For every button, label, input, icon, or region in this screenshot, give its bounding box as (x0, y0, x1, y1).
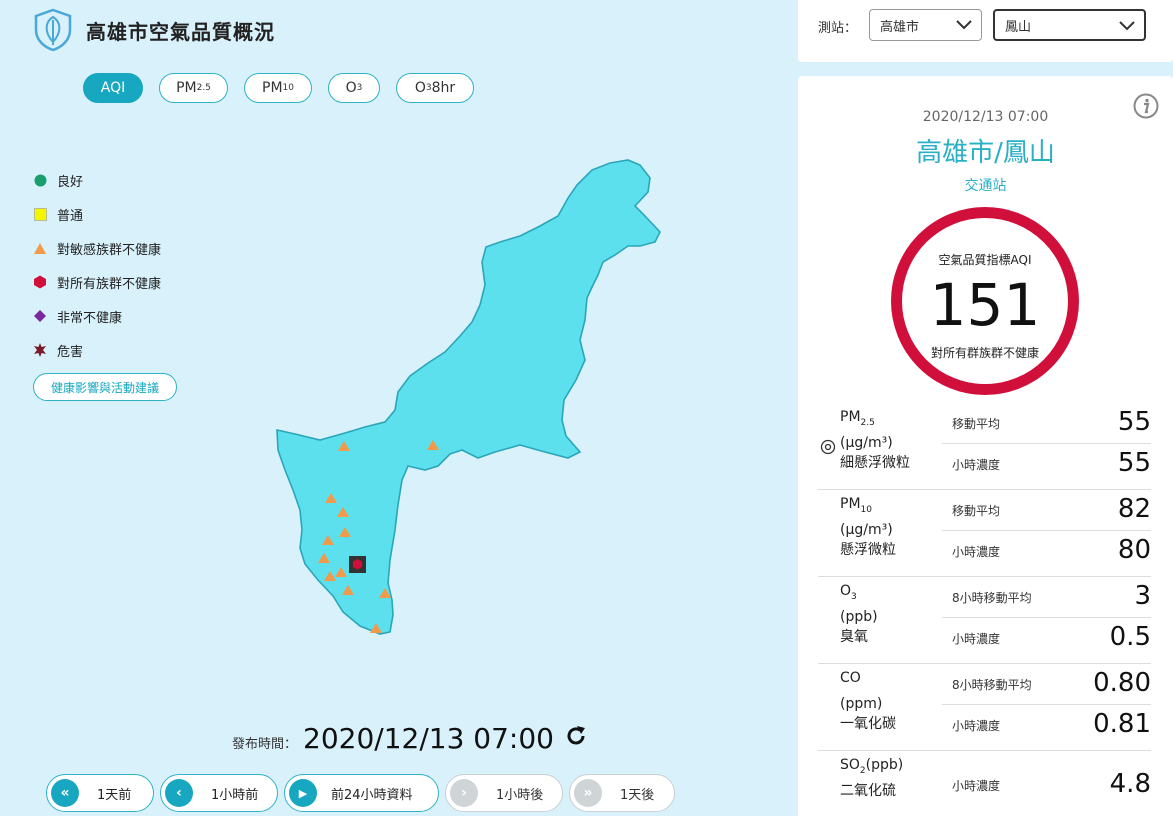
play-icon: ▶ (289, 779, 317, 807)
station-name: 高雄市/鳳山 (916, 138, 1055, 168)
kaohsiung-region (276, 159, 661, 635)
legend: 良好 普通 對敏感族群不健康 對所有族群不健康 非常不健康 危害 健康影響與活動… (33, 163, 177, 401)
time-navigation: « 1天前 ‹ 1小時前 ▶ 前24小時資料 › 1小時後 » 1天後 (46, 774, 675, 812)
chevron-right-icon: › (450, 779, 478, 807)
hexagon-icon (33, 275, 47, 289)
chevron-down-icon (956, 20, 972, 30)
double-chevron-left-icon: « (51, 779, 79, 807)
station-type: 交通站 (964, 178, 1007, 194)
observation-time: 2020/12/13 07:00 (922, 109, 1049, 125)
target-icon[interactable] (820, 439, 836, 455)
tab-aqi[interactable]: AQI (83, 73, 143, 103)
city-select[interactable]: 高雄市 (869, 9, 982, 41)
aqi-label: 空氣品質指標AQI (938, 253, 1032, 267)
aqi-status: 對所有群族群不健康 (930, 346, 1039, 360)
aqi-value: 151 (929, 271, 1041, 339)
tab-o3-8hr[interactable]: O3 8hr (396, 73, 474, 103)
legend-item-moderate: 普通 (33, 197, 177, 231)
legend-item-sensitive: 對敏感族群不健康 (33, 231, 177, 265)
page-title: 高雄市空氣品質概況 (86, 20, 275, 44)
publish-time: 發布時間： 2020/12/13 07:00 (232, 722, 588, 755)
legend-item-unhealthy: 對所有族群不健康 (33, 265, 177, 299)
square-icon (33, 207, 47, 221)
station-info-card: 2020/12/13 07:00 高雄市/鳳山 交通站 空氣品質指標AQI 15… (798, 76, 1173, 816)
station-selector: 測站： 高雄市 鳳山 (798, 0, 1173, 62)
one-day-before-button[interactable]: « 1天前 (46, 774, 154, 812)
station-panel: 測站： 高雄市 鳳山 2020/12/13 07:00 高雄市/鳳山 交通站 空… (772, 0, 1173, 816)
double-chevron-right-icon: » (574, 779, 602, 807)
legend-item-very-unhealthy: 非常不健康 (33, 299, 177, 333)
health-advice-button[interactable]: 健康影響與活動建議 (33, 373, 177, 401)
chevron-left-icon: ‹ (165, 779, 193, 807)
leaf-shield-icon (34, 8, 72, 52)
star-icon (33, 343, 47, 357)
pollutant-so2: SO2(ppb) 二氧化硫 小時濃度 4.8 (840, 757, 1151, 799)
one-day-after-button[interactable]: » 1天後 (569, 774, 675, 812)
legend-item-hazardous: 危害 (33, 333, 177, 367)
tab-pm25[interactable]: PM 2.5 (159, 73, 228, 103)
pollutant-pm25: PM2.5 (μg/m³) 細懸浮微粒 移動平均 55 小時濃度 55 (818, 403, 1151, 490)
pollutant-tabs: AQI PM 2.5 PM 10 O3 O3 8hr (83, 73, 474, 103)
pollutant-co: CO (ppm) 一氧化碳 8小時移動平均 0.80 小時濃度 0.81 (818, 664, 1151, 751)
one-hour-after-button[interactable]: › 1小時後 (445, 774, 563, 812)
triangle-icon (33, 241, 47, 255)
pollutant-o3: O3 (ppb) 臭氧 8小時移動平均 3 小時濃度 0.5 (818, 577, 1151, 664)
tab-pm10[interactable]: PM 10 (244, 73, 312, 103)
map-panel: 高雄市空氣品質概況 AQI PM 2.5 PM 10 O3 O3 8hr 良好 普通… (0, 0, 772, 816)
tab-o3[interactable]: O3 (328, 73, 380, 103)
diamond-icon (33, 309, 47, 323)
legend-item-good: 良好 (33, 163, 177, 197)
one-hour-before-button[interactable]: ‹ 1小時前 (160, 774, 278, 812)
kaohsiung-map (276, 159, 661, 635)
past-24h-data-button[interactable]: ▶ 前24小時資料 (284, 774, 439, 812)
refresh-icon[interactable] (564, 724, 588, 748)
pollutant-pm10: PM10 (μg/m³) 懸浮微粒 移動平均 82 小時濃度 80 (818, 490, 1151, 577)
pollutant-list: PM2.5 (μg/m³) 細懸浮微粒 移動平均 55 小時濃度 55 PM10 (μg/… (818, 403, 1151, 816)
aqi-gauge: 空氣品質指標AQI 151 對所有群族群不健康 (891, 207, 1079, 395)
chevron-down-icon (1119, 21, 1135, 31)
station-select[interactable]: 鳳山 (993, 9, 1146, 41)
circle-icon (33, 173, 47, 187)
